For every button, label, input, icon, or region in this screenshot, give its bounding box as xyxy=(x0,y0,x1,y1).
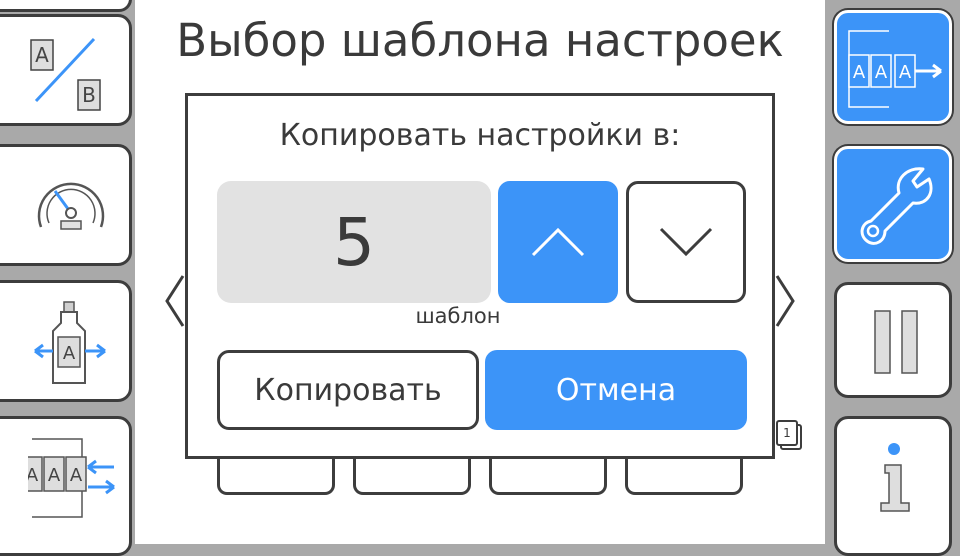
unit-label: шаблон xyxy=(415,304,501,328)
chevron-down-icon xyxy=(659,227,713,257)
wrench-icon xyxy=(860,167,933,245)
bottle-move-icon: A xyxy=(34,301,106,384)
decrement-button[interactable] xyxy=(626,181,746,303)
cancel-button[interactable]: Отмена xyxy=(485,350,747,430)
copy-settings-dialog: Копировать настройки в: 5 шаблон Копиров… xyxy=(185,93,775,459)
info-icon xyxy=(880,443,910,512)
template-number: 5 xyxy=(333,203,375,281)
wrench-button[interactable] xyxy=(834,146,952,262)
dialog-title: Копировать настройки в: xyxy=(279,118,681,153)
template-compare-button[interactable]: A B xyxy=(0,14,132,126)
background-button-2 xyxy=(353,455,471,495)
pause-icon xyxy=(874,310,918,374)
templates-shift-left-button[interactable]: A A A xyxy=(0,416,132,556)
svg-text:A: A xyxy=(899,62,912,83)
template-compare-icon: A B xyxy=(30,37,101,111)
sidebar-partial-top xyxy=(0,0,132,12)
chevron-up-icon xyxy=(531,227,585,257)
svg-text:A: A xyxy=(48,465,61,486)
increment-button[interactable] xyxy=(498,181,618,303)
background-button-4 xyxy=(625,455,743,495)
template-number-value: 5 xyxy=(217,181,491,303)
page-title: Выбор шаблона настроек xyxy=(176,14,784,67)
templates-shift-right-icon: A A A xyxy=(848,30,942,108)
pause-button[interactable] xyxy=(834,282,952,398)
background-button-3 xyxy=(489,455,607,495)
page-stack-badge: 1 xyxy=(776,420,802,450)
gauge-icon xyxy=(37,182,105,230)
copy-button[interactable]: Копировать xyxy=(217,350,479,430)
templates-shift-right-button[interactable]: A A A xyxy=(834,10,952,124)
label-b: B xyxy=(82,83,96,107)
gauge-button[interactable] xyxy=(0,144,132,266)
prev-page-arrow-icon[interactable] xyxy=(163,274,185,328)
label-a: A xyxy=(35,43,49,67)
bottle-label: A xyxy=(63,343,76,364)
info-button[interactable] xyxy=(834,416,952,556)
svg-text:A: A xyxy=(70,465,83,486)
svg-text:A: A xyxy=(28,465,39,486)
templates-shift-left-icon: A A A xyxy=(28,438,115,518)
svg-text:A: A xyxy=(853,62,866,83)
page-number: 1 xyxy=(776,420,798,446)
next-page-arrow-icon[interactable] xyxy=(775,274,797,328)
background-button-1 xyxy=(217,455,335,495)
bottle-move-button[interactable]: A xyxy=(0,280,132,402)
svg-text:A: A xyxy=(875,62,888,83)
